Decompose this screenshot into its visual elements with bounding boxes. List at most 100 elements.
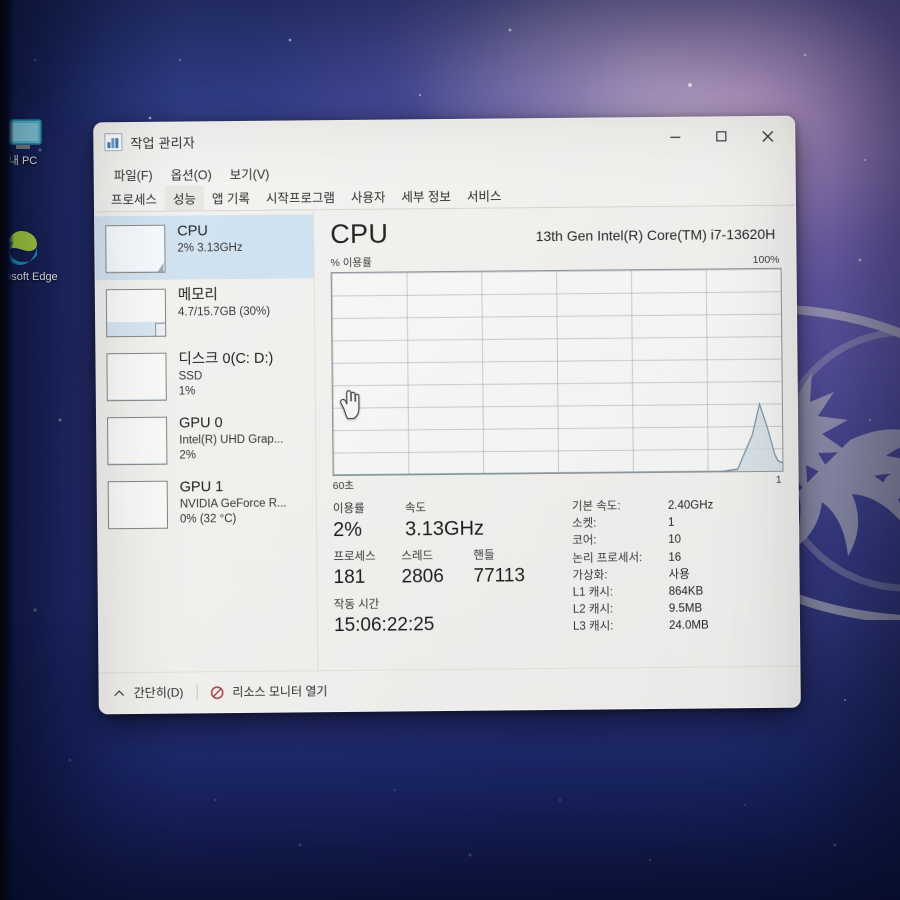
stat-key: 소켓:: [571, 517, 597, 531]
cpu-stats-secondary: 기본 속도: 2.40GHz 소켓: 1 코어: 10 논리 프로세서: 16 …: [548, 497, 785, 637]
uptime-value: 15:06:22:25: [333, 614, 435, 637]
cpu-detail-pane: CPU 13th Gen Intel(R) Core(TM) i7-13620H…: [314, 206, 799, 672]
sidebar-item-sub: SSD: [178, 370, 203, 383]
sidebar-item-gpu-0[interactable]: GPU 0 Intel(R) UHD Grap... 2%: [97, 406, 316, 472]
sidebar-item-sub2: 2%: [179, 449, 197, 462]
task-manager-icon: [104, 133, 123, 152]
tab-details[interactable]: 세부 정보: [393, 183, 459, 210]
tab-startup[interactable]: 시작프로그램: [258, 184, 343, 211]
stat-virtualization: 가상화: 사용: [572, 566, 784, 585]
menu-item-file[interactable]: 파일(F): [105, 162, 162, 186]
stat-key: 논리 프로세서:: [572, 551, 643, 565]
chevron-up-icon: [114, 689, 125, 696]
speed-value: 3.13GHz: [404, 517, 485, 541]
stat-l1-cache: L1 캐시: 864KB: [573, 583, 785, 602]
threads-value: 2806: [401, 566, 444, 588]
graph-area: [333, 404, 783, 476]
stat-value: 16: [668, 551, 682, 564]
tab-app-history[interactable]: 앱 기록: [204, 185, 258, 212]
tab-performance[interactable]: 성능: [164, 185, 205, 212]
sidebar-item-sub: NVIDIA GeForce R...: [179, 497, 287, 511]
gpu1-thumbnail: [107, 480, 169, 530]
performance-sidebar[interactable]: CPU 2% 3.13GHz 메모리 4.7/15.7GB (30%) 디스크 …: [95, 210, 319, 674]
stat-key: 가상화:: [572, 569, 608, 582]
stat-value: 24.0MB: [668, 619, 709, 633]
graph-time-start: 60초: [332, 479, 355, 493]
stat-sockets: 소켓: 1: [572, 514, 784, 533]
window-title: 작업 관리자: [130, 134, 196, 151]
desktop-icon-this-pc[interactable]: 내 PC: [0, 118, 60, 168]
this-pc-icon: [4, 119, 42, 149]
status-bar: 간단히(D) 리소스 모니터 열기: [99, 665, 800, 714]
sidebar-item-label: CPU: [177, 223, 208, 240]
uptime-label: 작동 시간: [333, 598, 380, 612]
window-titlebar[interactable]: 작업 관리자: [94, 116, 795, 162]
stat-logical-processors: 논리 프로세서: 16: [572, 548, 784, 567]
maximize-icon: [716, 131, 727, 142]
stat-key: 코어:: [572, 534, 597, 548]
sidebar-item-sub: Intel(R) UHD Grap...: [179, 433, 284, 447]
handles-label: 핸들: [473, 549, 495, 562]
sidebar-item-label: 메모리: [177, 287, 218, 304]
tab-services[interactable]: 서비스: [459, 182, 510, 208]
page-title: CPU: [330, 218, 389, 250]
stat-l3-cache: L3 캐시: 24.0MB: [573, 617, 785, 636]
desktop-icon-microsoft-edge[interactable]: Microsoft Edge: [0, 228, 58, 284]
desktop: 내 PC Microsoft Edge 작업 관리자: [0, 0, 900, 900]
maximize-button[interactable]: [698, 119, 744, 153]
cpu-detail-header: CPU 13th Gen Intel(R) Core(TM) i7-13620H: [330, 214, 781, 250]
stat-value: 864KB: [668, 585, 704, 598]
sidebar-item-gpu-1[interactable]: GPU 1 NVIDIA GeForce R... 0% (32 °C): [98, 470, 317, 536]
processes-value: 181: [333, 566, 366, 589]
sidebar-item-label: 디스크 0(C: D:): [178, 350, 274, 368]
stat-value: 2.40GHz: [667, 499, 714, 512]
cpu-stats-primary: 이용률 2% 속도 3.13GHz 프로세스 181 스레드 2806 핸들 7…: [333, 499, 539, 639]
utilization-label: 이용률: [332, 502, 365, 516]
disk-thumbnail: [106, 352, 167, 402]
cpu-model-name: 13th Gen Intel(R) Core(TM) i7-13620H: [535, 225, 776, 245]
sidebar-item-label: GPU 1: [179, 479, 224, 496]
sidebar-item-sub2: 1%: [178, 385, 196, 398]
sidebar-item-memory[interactable]: 메모리 4.7/15.7GB (30%): [96, 278, 315, 344]
handles-value: 77113: [473, 565, 526, 587]
graph-line: [333, 401, 783, 476]
cpu-stats: 이용률 2% 속도 3.13GHz 프로세스 181 스레드 2806 핸들 7…: [333, 489, 785, 639]
speed-label: 속도: [404, 502, 427, 515]
sidebar-item-label: GPU 0: [178, 415, 223, 432]
menu-item-view[interactable]: 보기(V): [221, 161, 279, 185]
close-icon: [761, 130, 773, 142]
stat-value: 9.5MB: [668, 602, 703, 616]
stat-value: 1: [667, 517, 675, 530]
graph-plot: [333, 401, 783, 476]
tab-users[interactable]: 사용자: [343, 184, 394, 210]
desktop-icon-label: 내 PC: [8, 155, 38, 167]
sidebar-item-sub: 4.7/15.7GB (30%): [177, 305, 271, 319]
cpu-utilization-graph[interactable]: [330, 267, 784, 477]
close-button[interactable]: [744, 119, 790, 153]
sidebar-item-sub: 2% 3.13GHz: [177, 241, 243, 255]
minimize-icon: [670, 136, 681, 138]
stat-cores: 코어: 10: [572, 531, 784, 550]
stat-key: L3 캐시:: [572, 620, 614, 634]
graph-y-axis-label: % 이용률: [330, 256, 372, 270]
window-controls: [652, 117, 790, 156]
sidebar-item-disk-0[interactable]: 디스크 0(C: D:) SSD 1%: [96, 342, 315, 408]
utilization-value: 2%: [332, 518, 363, 542]
minimize-button[interactable]: [652, 120, 698, 154]
stat-key: L2 캐시:: [572, 603, 614, 617]
menu-item-options[interactable]: 옵션(O): [162, 162, 221, 186]
stat-l2-cache: L2 캐시: 9.5MB: [573, 600, 785, 619]
open-resource-monitor-link[interactable]: 리소스 모니터 열기: [232, 684, 327, 699]
tab-processes[interactable]: 프로세스: [103, 186, 165, 213]
memory-thumbnail: [105, 288, 167, 338]
stat-value: 사용: [668, 568, 690, 581]
sidebar-item-cpu[interactable]: CPU 2% 3.13GHz: [95, 214, 314, 281]
gpu0-thumbnail: [107, 416, 168, 466]
stat-key: L1 캐시:: [572, 586, 614, 599]
task-manager-window[interactable]: 작업 관리자 파일(F) 옵션(O) 보기(V) 프로세스 성능 앱 기록 시작…: [93, 115, 801, 715]
processes-label: 프로세스: [333, 550, 376, 564]
threads-label: 스레드: [401, 550, 434, 563]
desktop-icon-label: Microsoft Edge: [0, 271, 58, 283]
fewer-details-button[interactable]: 간단히(D): [134, 686, 184, 700]
window-body: CPU 2% 3.13GHz 메모리 4.7/15.7GB (30%) 디스크 …: [95, 205, 800, 674]
